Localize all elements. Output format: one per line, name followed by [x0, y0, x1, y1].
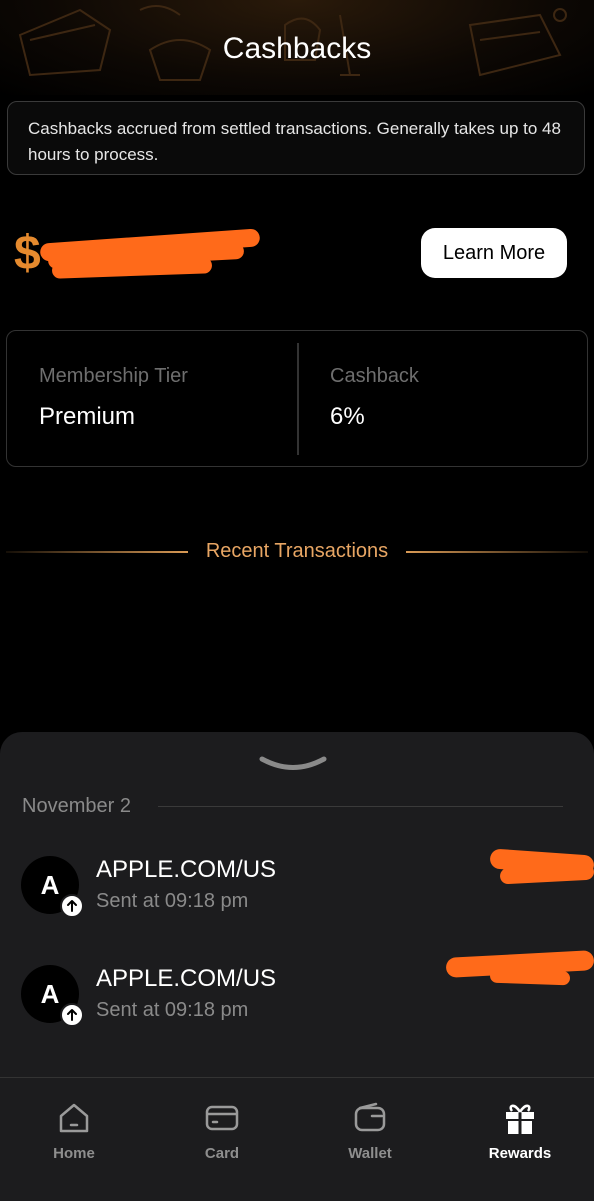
- tab-wallet[interactable]: Wallet: [296, 1078, 444, 1178]
- gift-icon: [506, 1104, 534, 1134]
- transaction-time: Sent at 09:18 pm: [96, 999, 249, 1021]
- membership-tier-value: Premium: [39, 403, 136, 430]
- arrow-up-icon: [60, 1003, 84, 1027]
- recent-transactions-header: Recent Transactions: [0, 540, 594, 564]
- learn-more-button[interactable]: Learn More: [421, 228, 567, 278]
- merchant-name: APPLE.COM/US: [96, 856, 277, 883]
- arrow-up-icon: [60, 894, 84, 918]
- cashback-balance: $: [14, 226, 41, 281]
- card-icon: [205, 1105, 239, 1131]
- wallet-icon: [354, 1102, 386, 1132]
- tab-bar: Home Card Wallet Rewards: [0, 1077, 594, 1201]
- home-icon: [59, 1103, 89, 1133]
- membership-card: Membership Tier Premium Cashback 6%: [6, 330, 588, 467]
- merchant-name: APPLE.COM/US: [96, 965, 277, 992]
- tab-label: Home: [53, 1145, 95, 1162]
- tab-label: Rewards: [488, 1145, 552, 1162]
- divider: [406, 551, 588, 553]
- tab-label: Card: [204, 1145, 240, 1162]
- membership-tier-label: Membership Tier: [39, 365, 188, 387]
- tab-card[interactable]: Card: [148, 1078, 296, 1178]
- cashback-rate-label: Cashback: [330, 365, 419, 387]
- tab-home[interactable]: Home: [0, 1078, 148, 1178]
- tab-label: Wallet: [348, 1145, 392, 1162]
- transaction-time: Sent at 09:18 pm: [96, 890, 249, 912]
- info-text: Cashbacks accrued from settled transacti…: [28, 119, 561, 164]
- divider: [158, 806, 563, 807]
- info-banner: Cashbacks accrued from settled transacti…: [7, 101, 585, 175]
- tab-rewards[interactable]: Rewards: [446, 1078, 594, 1178]
- chevron-down-icon[interactable]: [258, 754, 328, 774]
- page-title: Cashbacks: [222, 32, 372, 65]
- redaction-mark: [489, 968, 571, 986]
- currency-symbol: $: [14, 227, 41, 280]
- divider: [297, 343, 299, 455]
- date-group-label: November 2: [22, 795, 131, 817]
- cashback-rate-value: 6%: [330, 403, 365, 430]
